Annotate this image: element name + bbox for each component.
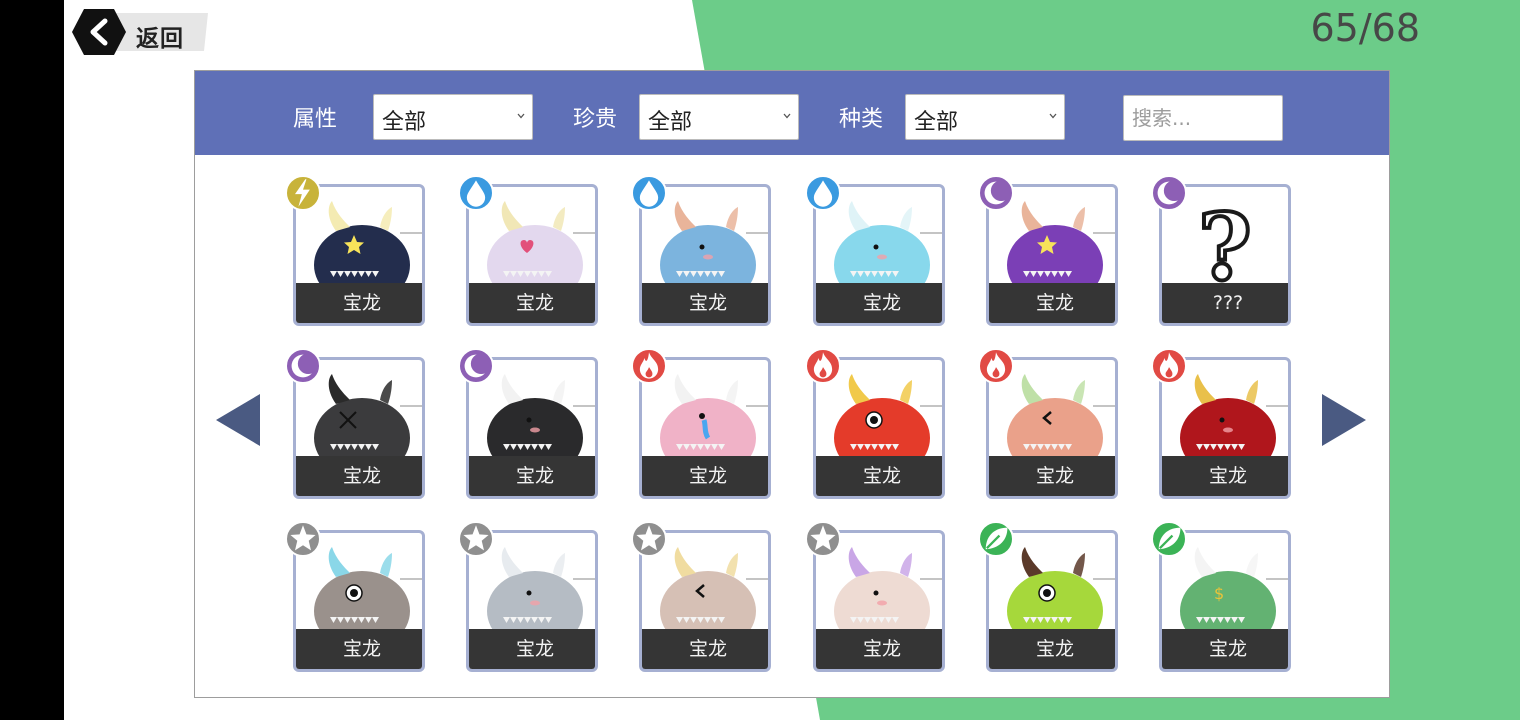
- creature-name: 宝龙: [642, 456, 768, 496]
- creature-card[interactable]: 宝龙: [631, 175, 771, 326]
- creature-name: 宝龙: [816, 456, 942, 496]
- svg-text:$: $: [1214, 584, 1224, 603]
- creature-card[interactable]: 宝龙: [458, 348, 598, 499]
- water-drop-icon: [458, 175, 494, 211]
- creature-name: ???: [1162, 283, 1288, 323]
- water-drop-icon: [805, 175, 841, 211]
- crescent-moon-icon: [285, 348, 321, 384]
- creature-card[interactable]: 宝龙: [285, 175, 425, 326]
- creature-name: 宝龙: [469, 283, 595, 323]
- kind-filter-label: 种类: [839, 107, 884, 132]
- back-button[interactable]: 返回: [72, 9, 212, 55]
- attribute-filter-select[interactable]: 全部: [373, 94, 533, 140]
- creature-card[interactable]: 宝龙: [805, 521, 945, 672]
- leaf-icon: [978, 521, 1014, 557]
- star-icon: [285, 521, 321, 557]
- kind-filter-value: 全部: [914, 110, 959, 135]
- leaf-icon: [1151, 521, 1187, 557]
- rarity-filter-label: 珍贵: [573, 107, 618, 132]
- creature-name: 宝龙: [296, 629, 422, 669]
- creature-card[interactable]: ????: [1151, 175, 1291, 326]
- creature-card[interactable]: 宝龙: [978, 175, 1118, 326]
- creature-card[interactable]: 宝龙: [458, 175, 598, 326]
- water-drop-icon: [631, 175, 667, 211]
- creature-card[interactable]: 宝龙: [978, 521, 1118, 672]
- svg-text:?: ?: [1198, 193, 1252, 287]
- crescent-moon-icon: [458, 348, 494, 384]
- creature-name: 宝龙: [816, 629, 942, 669]
- creature-name: 宝龙: [296, 283, 422, 323]
- crescent-moon-icon: [978, 175, 1014, 211]
- flame-icon: [1151, 348, 1187, 384]
- star-icon: [458, 521, 494, 557]
- chevron-down-icon: [517, 113, 525, 119]
- chevron-down-icon: [783, 113, 791, 119]
- prev-page-arrow[interactable]: [216, 393, 262, 447]
- filter-bar: 属性 全部 珍贵 全部 种类 全部: [195, 71, 1389, 155]
- star-icon: [631, 521, 667, 557]
- creature-name: 宝龙: [642, 283, 768, 323]
- collection-panel: 属性 全部 珍贵 全部 种类 全部 宝龙宝龙宝龙宝龙宝龙????宝龙宝龙宝龙宝龙…: [194, 70, 1390, 698]
- creature-card[interactable]: 宝龙: [285, 348, 425, 499]
- creature-card[interactable]: 宝龙: [978, 348, 1118, 499]
- creature-name: 宝龙: [1162, 629, 1288, 669]
- letterbox-bar: [0, 0, 64, 720]
- chevron-down-icon: [1049, 113, 1057, 119]
- lightning-icon: [285, 175, 321, 211]
- creature-name: 宝龙: [989, 456, 1115, 496]
- search-input[interactable]: [1123, 95, 1283, 141]
- creature-card[interactable]: 宝龙: [285, 521, 425, 672]
- creature-card[interactable]: 宝龙: [631, 521, 771, 672]
- creature-card[interactable]: $ 宝龙: [1151, 521, 1291, 672]
- creature-name: 宝龙: [989, 283, 1115, 323]
- creature-card[interactable]: 宝龙: [1151, 348, 1291, 499]
- flame-icon: [631, 348, 667, 384]
- creature-name: 宝龙: [469, 629, 595, 669]
- creature-name: 宝龙: [296, 456, 422, 496]
- rarity-filter-select[interactable]: 全部: [639, 94, 799, 140]
- attribute-filter-label: 属性: [293, 107, 338, 132]
- collection-counter: 65/68: [1310, 6, 1420, 50]
- creature-card[interactable]: 宝龙: [805, 175, 945, 326]
- creature-card[interactable]: 宝龙: [631, 348, 771, 499]
- back-button-label: 返回: [136, 26, 184, 52]
- creature-name: 宝龙: [1162, 456, 1288, 496]
- crescent-moon-icon: [1151, 175, 1187, 211]
- flame-icon: [978, 348, 1014, 384]
- creature-name: 宝龙: [469, 456, 595, 496]
- attribute-filter-value: 全部: [382, 110, 427, 135]
- star-icon: [805, 521, 841, 557]
- rarity-filter-value: 全部: [648, 110, 693, 135]
- creature-card[interactable]: 宝龙: [458, 521, 598, 672]
- creature-name: 宝龙: [989, 629, 1115, 669]
- creature-card[interactable]: 宝龙: [805, 348, 945, 499]
- creature-name: 宝龙: [642, 629, 768, 669]
- flame-icon: [805, 348, 841, 384]
- creature-name: 宝龙: [816, 283, 942, 323]
- kind-filter-select[interactable]: 全部: [905, 94, 1065, 140]
- next-page-arrow[interactable]: [1320, 393, 1366, 447]
